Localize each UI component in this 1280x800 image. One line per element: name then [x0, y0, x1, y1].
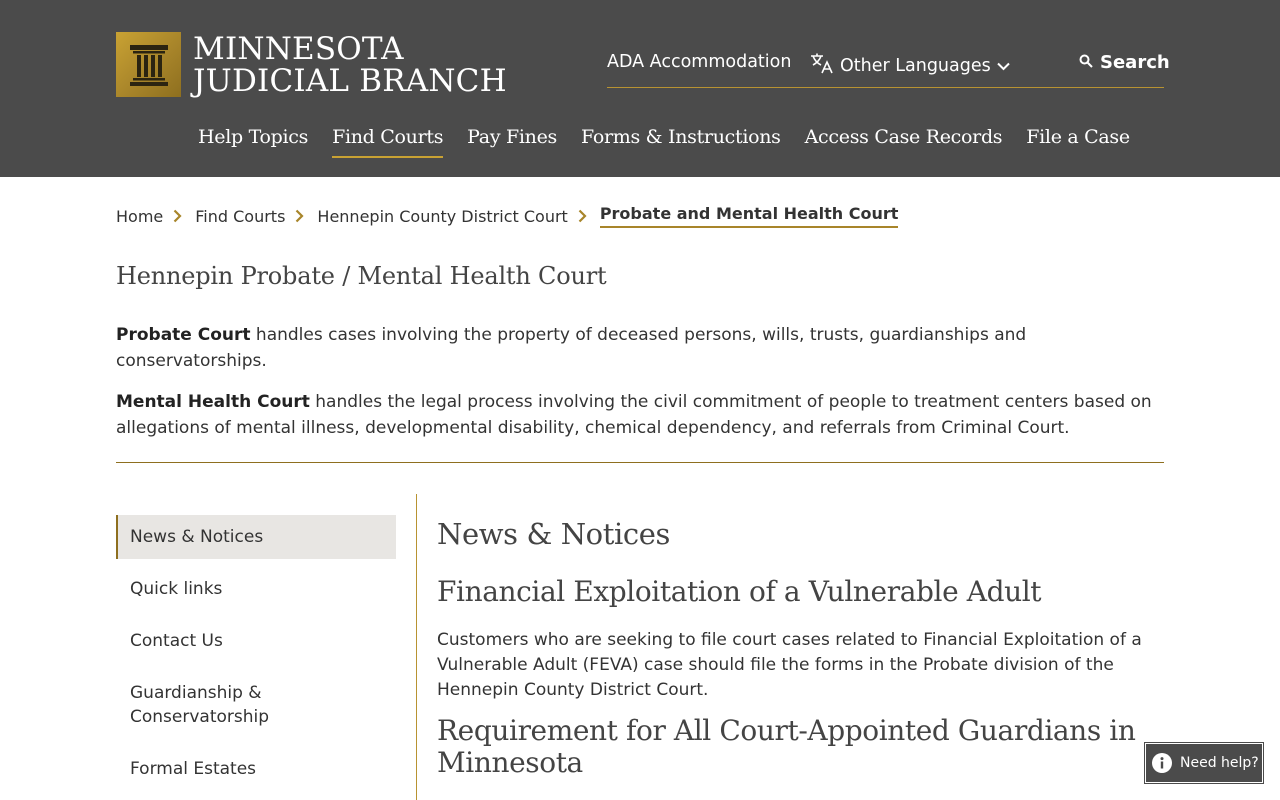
other-languages-dropdown[interactable]: Other Languages	[810, 52, 1010, 79]
section-heading: News & Notices	[437, 517, 670, 551]
search-button[interactable]: Search	[1079, 52, 1170, 73]
breadcrumb-hennepin-county[interactable]: Hennepin County District Court	[317, 207, 567, 226]
need-help-button[interactable]: Need help?	[1145, 743, 1263, 783]
search-icon	[1079, 52, 1093, 73]
logo-line-2: JUDICIAL BRANCH	[193, 62, 507, 99]
breadcrumb-current: Probate and Mental Health Court	[599, 204, 899, 228]
breadcrumb: Home Find Courts Hennepin County Distric…	[116, 204, 899, 228]
translate-icon	[810, 52, 834, 79]
main-content: News & Notices Financial Exploitation of…	[437, 514, 1164, 779]
ada-accommodation-link[interactable]: ADA Accommodation	[607, 52, 791, 72]
need-help-label: Need help?	[1180, 755, 1259, 771]
sidebar-item-quick-links[interactable]: Quick links	[116, 567, 396, 611]
site-logo[interactable]: MINNESOTA JUDICIAL BRANCH	[116, 32, 507, 97]
intro-text: Probate Court handles cases involving th…	[116, 322, 1166, 456]
chevron-right-icon	[173, 209, 182, 223]
content-divider	[416, 494, 417, 800]
chevron-down-icon	[997, 56, 1010, 76]
nav-help-topics[interactable]: Help Topics	[198, 126, 308, 158]
article-title-feva: Financial Exploitation of a Vulnerable A…	[437, 575, 1042, 608]
intro-mental-health: Mental Health Court handles the legal pr…	[116, 389, 1166, 441]
sidebar-item-guardianship[interactable]: Guardianship & Conservatorship	[116, 671, 396, 739]
article-body-feva: Customers who are seeking to file court …	[437, 630, 1142, 700]
intro-probate: Probate Court handles cases involving th…	[116, 322, 1166, 374]
nav-file-a-case[interactable]: File a Case	[1026, 126, 1130, 158]
chevron-right-icon	[578, 209, 587, 223]
sidebar-nav: News & Notices Quick links Contact Us Gu…	[116, 515, 396, 799]
utility-bar: ADA Accommodation Other Languages Search	[607, 50, 1170, 88]
info-icon	[1152, 753, 1172, 773]
intro-mental-health-bold: Mental Health Court	[116, 392, 310, 412]
article-title-guardians: Requirement for All Court-Appointed Guar…	[437, 714, 1136, 779]
intro-probate-text: handles cases involving the property of …	[116, 325, 1027, 371]
logo-wordmark: MINNESOTA JUDICIAL BRANCH	[193, 33, 507, 97]
nav-access-case-records[interactable]: Access Case Records	[805, 126, 1003, 158]
chevron-right-icon	[295, 209, 304, 223]
site-header: MINNESOTA JUDICIAL BRANCH ADA Accommodat…	[0, 0, 1280, 177]
breadcrumb-home[interactable]: Home	[116, 207, 163, 226]
page-title: Hennepin Probate / Mental Health Court	[116, 262, 607, 290]
sidebar-item-contact-us[interactable]: Contact Us	[116, 619, 396, 663]
pillar-logo-icon	[116, 32, 181, 97]
search-label: Search	[1100, 52, 1170, 73]
nav-pay-fines[interactable]: Pay Fines	[467, 126, 557, 158]
breadcrumb-find-courts[interactable]: Find Courts	[195, 207, 285, 226]
nav-forms-instructions[interactable]: Forms & Instructions	[581, 126, 781, 158]
sidebar-item-news-notices[interactable]: News & Notices	[116, 515, 396, 559]
logo-line-1: MINNESOTA	[193, 30, 404, 67]
intro-probate-bold: Probate Court	[116, 325, 251, 345]
nav-find-courts[interactable]: Find Courts	[332, 126, 443, 158]
other-languages-label: Other Languages	[840, 55, 991, 76]
main-nav: Help Topics Find Courts Pay Fines Forms …	[198, 126, 1130, 158]
sidebar-item-formal-estates[interactable]: Formal Estates	[116, 747, 396, 791]
section-divider	[116, 462, 1164, 463]
